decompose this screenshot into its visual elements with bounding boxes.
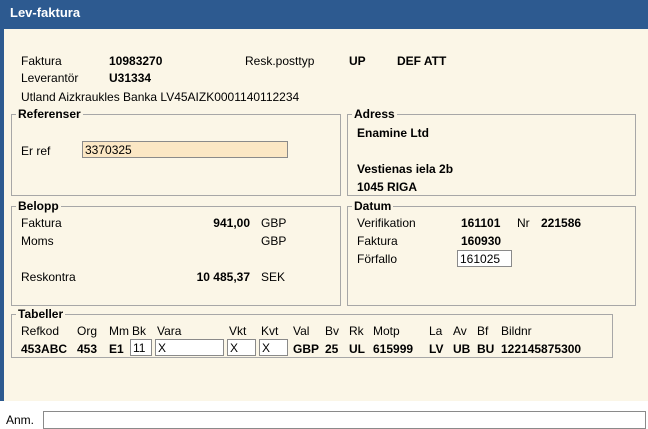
col-refkod: Refkod bbox=[21, 324, 60, 338]
belopp-faktura-currency: GBP bbox=[261, 216, 287, 230]
leverantor-value: U31334 bbox=[109, 71, 152, 85]
belopp-legend: Belopp bbox=[18, 199, 59, 213]
cell-vkt-input[interactable] bbox=[227, 339, 256, 356]
verifikation-value: 161101 bbox=[461, 216, 501, 230]
window-title: Lev-faktura bbox=[10, 5, 81, 20]
cell-vara-input[interactable] bbox=[155, 339, 224, 356]
faktura-number: 10983270 bbox=[109, 54, 163, 68]
main-panel: Faktura 10983270 Resk.posttyp UP DEF ATT… bbox=[4, 29, 648, 401]
cell-org: 453 bbox=[77, 342, 98, 356]
adress-line-3: 1045 RIGA bbox=[357, 180, 418, 194]
belopp-moms-currency: GBP bbox=[261, 234, 287, 248]
cell-val: GBP bbox=[293, 342, 320, 356]
col-rk: Rk bbox=[349, 324, 364, 338]
adress-line-1: Enamine Ltd bbox=[357, 126, 430, 140]
belopp-faktura-label: Faktura bbox=[21, 216, 62, 230]
col-val: Val bbox=[293, 324, 310, 338]
cell-kvt-input[interactable] bbox=[259, 339, 288, 356]
col-vara: Vara bbox=[157, 324, 182, 338]
belopp-moms-label: Moms bbox=[21, 234, 54, 248]
title-bar: Lev-faktura bbox=[0, 0, 648, 29]
belopp-reskontra-label: Reskontra bbox=[21, 270, 76, 284]
col-av: Av bbox=[453, 324, 467, 338]
faktura-label: Faktura bbox=[21, 54, 62, 68]
col-la: La bbox=[429, 324, 443, 338]
belopp-faktura-value: 941,00 bbox=[213, 216, 250, 230]
cell-bf: BU bbox=[477, 342, 495, 356]
col-org: Org bbox=[77, 324, 98, 338]
col-motp: Motp bbox=[373, 324, 400, 338]
referenser-legend: Referenser bbox=[18, 107, 81, 121]
tabeller-legend: Tabeller bbox=[18, 307, 64, 321]
cell-refkod: 453ABC bbox=[21, 342, 68, 356]
anm-label: Anm. bbox=[6, 413, 35, 427]
datum-faktura-label: Faktura bbox=[357, 234, 398, 248]
forfallo-label: Förfallo bbox=[357, 252, 398, 266]
cell-la: LV bbox=[429, 342, 444, 356]
cell-rk: UL bbox=[349, 342, 365, 356]
cell-av: UB bbox=[453, 342, 471, 356]
cell-motp: 615999 bbox=[373, 342, 414, 356]
col-bv: Bv bbox=[325, 324, 340, 338]
verifikation-label: Verifikation bbox=[357, 216, 416, 230]
anm-input[interactable] bbox=[43, 411, 646, 429]
er-ref-label: Er ref bbox=[21, 144, 51, 158]
col-bf: Bf bbox=[477, 324, 489, 338]
resk-posttyp-label: Resk.posttyp bbox=[245, 54, 315, 68]
er-ref-input[interactable] bbox=[82, 141, 288, 158]
belopp-reskontra-value: 10 485,37 bbox=[196, 270, 250, 284]
cell-bk-input[interactable] bbox=[130, 339, 152, 356]
nr-value: 221586 bbox=[541, 216, 582, 230]
cell-mm: E1 bbox=[109, 342, 124, 356]
col-bk: Bk bbox=[132, 324, 147, 338]
resk-posttyp-value: UP bbox=[349, 54, 366, 68]
datum-faktura-value: 160930 bbox=[461, 234, 502, 248]
forfallo-input[interactable] bbox=[457, 250, 512, 267]
col-vkt: Vkt bbox=[229, 324, 247, 338]
cell-bildnr: 122145875300 bbox=[501, 342, 582, 356]
col-kvt: Kvt bbox=[261, 324, 279, 338]
adress-legend: Adress bbox=[354, 107, 395, 121]
nr-label: Nr bbox=[517, 216, 530, 230]
col-mm: Mm bbox=[109, 324, 129, 338]
col-bildnr: Bildnr bbox=[501, 324, 532, 338]
leverantor-label: Leverantör bbox=[21, 71, 79, 85]
datum-legend: Datum bbox=[354, 199, 392, 213]
cell-bv: 25 bbox=[325, 342, 339, 356]
adress-line-2: Vestienas iela 2b bbox=[357, 162, 454, 176]
bank-line: Utland Aizkraukles Banka LV45AIZK0001140… bbox=[21, 90, 300, 104]
belopp-reskontra-currency: SEK bbox=[261, 270, 286, 284]
resk-posttyp-status: DEF ATT bbox=[397, 54, 447, 68]
